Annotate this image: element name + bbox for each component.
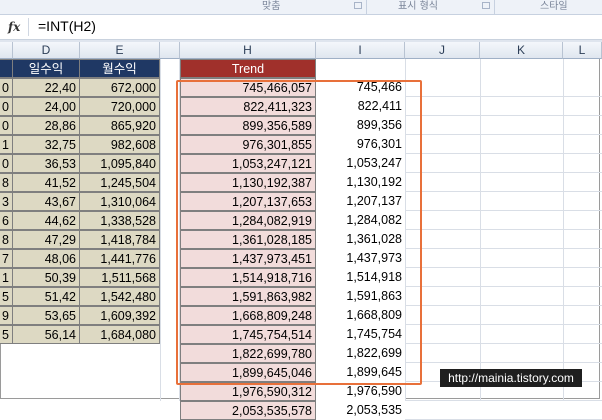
header-cell-trend[interactable]: Trend bbox=[180, 59, 316, 78]
cell-daily-profit[interactable]: 50,39 bbox=[13, 268, 80, 287]
gridline bbox=[405, 153, 602, 154]
cell-monthly-profit[interactable]: 1,511,568 bbox=[80, 268, 160, 287]
gridline bbox=[405, 343, 602, 344]
cell-daily-profit[interactable]: 41,52 bbox=[13, 173, 80, 192]
gridline bbox=[405, 96, 602, 97]
cell-c[interactable]: 3 bbox=[0, 192, 13, 211]
cell-monthly-profit[interactable]: 865,920 bbox=[80, 116, 160, 135]
cell-monthly-profit[interactable]: 1,310,064 bbox=[80, 192, 160, 211]
ribbon-strip: 맞춤 표시 형식 스타일 bbox=[0, 0, 602, 15]
cell-c[interactable]: 5 bbox=[0, 325, 13, 344]
cell-daily-profit[interactable]: 53,65 bbox=[13, 306, 80, 325]
gridline bbox=[405, 324, 602, 325]
cell-c[interactable]: 0 bbox=[0, 154, 13, 173]
cell-monthly-profit[interactable]: 720,000 bbox=[80, 97, 160, 116]
cell-c[interactable]: 9 bbox=[0, 306, 13, 325]
ribbon-group-styles[interactable]: 스타일 bbox=[540, 0, 568, 12]
header-cell-monthly-profit[interactable]: 월수익 bbox=[80, 59, 160, 78]
gridline bbox=[405, 248, 602, 249]
cell-daily-profit[interactable]: 36,53 bbox=[13, 154, 80, 173]
formula-input[interactable]: =INT(H2) bbox=[38, 18, 96, 34]
gridline bbox=[405, 134, 602, 135]
cell-monthly-profit[interactable]: 1,095,840 bbox=[80, 154, 160, 173]
gridline bbox=[405, 267, 602, 268]
header-cell-daily-profit[interactable]: 일수익 bbox=[13, 59, 80, 78]
cell-monthly-profit[interactable]: 1,542,480 bbox=[80, 287, 160, 306]
formula-bar: fx =INT(H2) bbox=[0, 15, 602, 40]
cell-monthly-profit[interactable]: 1,441,776 bbox=[80, 249, 160, 268]
insert-function-icon[interactable]: fx bbox=[8, 20, 20, 34]
cell-monthly-profit[interactable]: 982,608 bbox=[80, 135, 160, 154]
cell-daily-profit[interactable]: 32,75 bbox=[13, 135, 80, 154]
column-header-l[interactable]: L bbox=[563, 42, 602, 59]
cell-daily-profit[interactable]: 48,06 bbox=[13, 249, 80, 268]
cell-c[interactable]: 0 bbox=[0, 116, 13, 135]
cell-monthly-profit[interactable]: 1,338,528 bbox=[80, 211, 160, 230]
cell-daily-profit[interactable]: 43,67 bbox=[13, 192, 80, 211]
cell-c[interactable]: 1 bbox=[0, 268, 13, 287]
column-header-e[interactable]: E bbox=[80, 42, 160, 59]
cell-c[interactable]: 5 bbox=[0, 287, 13, 306]
ribbon-group-number-format[interactable]: 표시 형식 bbox=[398, 0, 438, 12]
ribbon-separator bbox=[494, 0, 495, 14]
cell-monthly-profit[interactable]: 1,245,504 bbox=[80, 173, 160, 192]
column-header-hidden[interactable] bbox=[160, 42, 180, 59]
cell-daily-profit[interactable]: 47,29 bbox=[13, 230, 80, 249]
cell-c[interactable]: 6 bbox=[0, 211, 13, 230]
cell-daily-profit[interactable]: 56,14 bbox=[13, 325, 80, 344]
gridline bbox=[405, 229, 602, 230]
cell-monthly-profit[interactable]: 672,000 bbox=[80, 78, 160, 97]
gridline bbox=[405, 286, 602, 287]
cell-monthly-profit[interactable]: 1,684,080 bbox=[80, 325, 160, 344]
cell-daily-profit[interactable]: 22,40 bbox=[13, 78, 80, 97]
cell-monthly-profit[interactable]: 1,418,784 bbox=[80, 230, 160, 249]
cell-daily-profit[interactable]: 28,86 bbox=[13, 116, 80, 135]
header-cell-c[interactable] bbox=[0, 59, 13, 78]
cell-daily-profit[interactable]: 44,62 bbox=[13, 211, 80, 230]
column-header-j[interactable]: J bbox=[405, 42, 480, 59]
gridline bbox=[405, 305, 602, 306]
cell-c[interactable]: 0 bbox=[0, 97, 13, 116]
gridline bbox=[405, 191, 602, 192]
cell-daily-profit[interactable]: 24,00 bbox=[13, 97, 80, 116]
column-header-h[interactable]: H bbox=[180, 42, 316, 59]
cell-trend[interactable]: 2,053,535,578 bbox=[180, 401, 316, 420]
formula-bar-divider bbox=[28, 18, 29, 36]
highlight-box bbox=[176, 80, 422, 385]
gridline bbox=[480, 59, 481, 401]
cell-c[interactable]: 7 bbox=[0, 249, 13, 268]
gridline bbox=[563, 59, 564, 401]
gridline bbox=[405, 362, 602, 363]
dialog-launcher-icon[interactable] bbox=[482, 2, 490, 9]
ribbon-group-alignment[interactable]: 맞춤 bbox=[262, 0, 280, 12]
column-header-c[interactable] bbox=[0, 42, 13, 59]
cell-int-result[interactable]: 2,053,535 bbox=[316, 401, 405, 420]
column-header-i[interactable]: I bbox=[316, 42, 405, 59]
cell-daily-profit[interactable]: 51,42 bbox=[13, 287, 80, 306]
ribbon-separator bbox=[366, 0, 367, 14]
cell-monthly-profit[interactable]: 1,609,392 bbox=[80, 306, 160, 325]
gridline bbox=[405, 210, 602, 211]
cell-c[interactable]: 0 bbox=[0, 78, 13, 97]
column-header-k[interactable]: K bbox=[480, 42, 563, 59]
gridline bbox=[405, 172, 602, 173]
gridline bbox=[405, 115, 602, 116]
watermark: http://mainia.tistory.com bbox=[440, 369, 582, 387]
cell-c[interactable]: 8 bbox=[0, 230, 13, 249]
dialog-launcher-icon[interactable] bbox=[354, 2, 362, 9]
column-header-d[interactable]: D bbox=[13, 42, 80, 59]
cell-c[interactable]: 8 bbox=[0, 173, 13, 192]
gridline bbox=[160, 59, 161, 401]
cell-c[interactable]: 1 bbox=[0, 135, 13, 154]
